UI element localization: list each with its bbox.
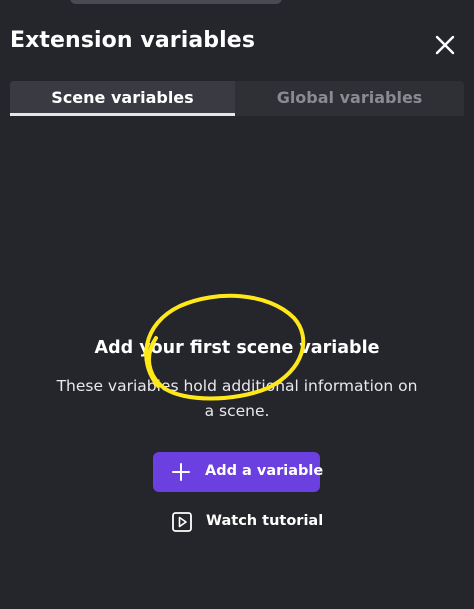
add-variable-label: Add a variable bbox=[205, 463, 324, 479]
watch-tutorial-label: Watch tutorial bbox=[206, 513, 324, 529]
panel-header: Extension variables bbox=[0, 22, 474, 66]
tab-scene-variables[interactable]: Scene variables bbox=[10, 81, 235, 116]
variable-tabs: Scene variables Global variables bbox=[10, 81, 464, 116]
close-button[interactable] bbox=[430, 30, 460, 60]
drag-handle[interactable] bbox=[70, 0, 282, 4]
play-icon bbox=[172, 512, 192, 532]
empty-state-title: Add your first scene variable bbox=[94, 338, 380, 358]
plus-icon bbox=[172, 463, 190, 481]
add-variable-button[interactable]: Add a variable bbox=[153, 452, 324, 492]
watch-tutorial-button[interactable]: Watch tutorial bbox=[170, 508, 324, 536]
panel-title: Extension variables bbox=[10, 28, 256, 53]
tab-global-variables[interactable]: Global variables bbox=[235, 81, 464, 116]
close-icon bbox=[435, 35, 455, 55]
empty-state-description: These variables hold additional informat… bbox=[56, 377, 418, 420]
